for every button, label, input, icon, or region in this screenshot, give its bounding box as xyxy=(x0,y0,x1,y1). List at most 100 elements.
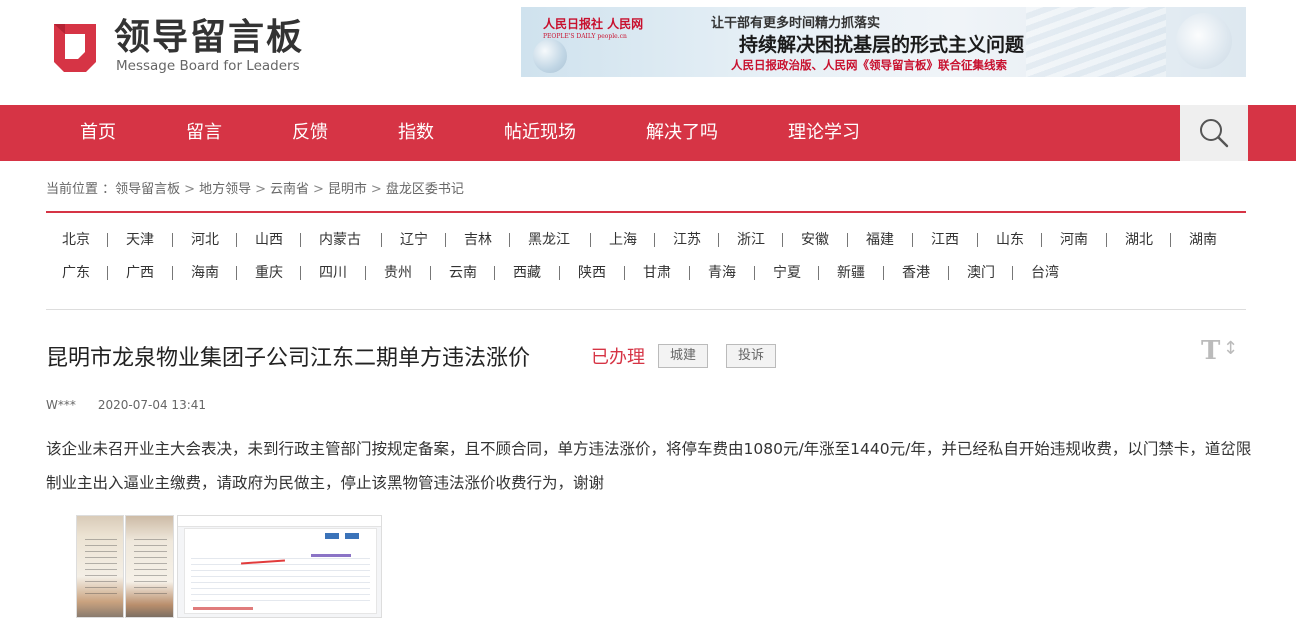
banner-stairs-decoration xyxy=(1026,7,1166,77)
region-separator xyxy=(172,233,173,247)
screenshot-panel xyxy=(184,528,377,614)
region-link[interactable]: 香港 xyxy=(902,262,930,282)
region-separator xyxy=(494,266,495,280)
region-link[interactable]: 江苏 xyxy=(673,229,701,249)
screenshot-red-text xyxy=(193,607,253,610)
region-row: 北京 天津 河北 山西 内蒙古 辽宁 吉林 黑龙江 上海 江苏 浙江 安徽 福建 江西 山东 河南 湖北 湖南 xyxy=(46,229,1246,262)
screenshot-topbar xyxy=(178,516,381,527)
region-separator xyxy=(1106,233,1107,247)
region-link[interactable]: 广东 xyxy=(62,262,90,282)
region-link[interactable]: 天津 xyxy=(126,229,154,249)
region-separator xyxy=(445,233,446,247)
region-row: 广东 广西 海南 重庆 四川 贵州 云南 西藏 陕西 甘肃 青海 宁夏 新疆 香港 澳门 台湾 xyxy=(46,262,1246,295)
region-divider xyxy=(46,309,1246,310)
breadcrumb-item[interactable]: 领导留言板 xyxy=(115,182,180,197)
region-link[interactable]: 新疆 xyxy=(837,262,865,282)
logo-text-en: Message Board for Leaders xyxy=(116,58,300,74)
region-link[interactable]: 黑龙江 xyxy=(528,229,570,249)
region-separator xyxy=(847,233,848,247)
logo-mark-icon xyxy=(54,24,96,72)
region-link[interactable]: 山东 xyxy=(996,229,1024,249)
logo-text-cn: 领导留言板 xyxy=(114,17,305,58)
region-separator xyxy=(818,266,819,280)
region-link[interactable]: 河南 xyxy=(1060,229,1088,249)
region-link[interactable]: 澳门 xyxy=(967,262,995,282)
region-link[interactable]: 陕西 xyxy=(578,262,606,282)
tag-category[interactable]: 城建 xyxy=(658,344,708,368)
breadcrumb-separator: > xyxy=(255,182,266,197)
attachment-image[interactable] xyxy=(125,515,174,618)
breadcrumb-item[interactable]: 昆明市 xyxy=(328,182,367,197)
font-size-toggle[interactable]: T ↕ xyxy=(1201,336,1239,366)
message-body: 该企业未召开业主大会表决，未到行政主管部门按规定备案，且不顾合同，单方违法涨价，… xyxy=(46,440,1252,492)
region-separator xyxy=(689,266,690,280)
region-link[interactable]: 甘肃 xyxy=(643,262,671,282)
breadcrumb-divider xyxy=(46,211,1246,213)
region-link[interactable]: 吉林 xyxy=(464,229,492,249)
document-photo-content xyxy=(134,534,167,595)
region-link[interactable]: 青海 xyxy=(708,262,736,282)
region-link[interactable]: 西藏 xyxy=(513,262,541,282)
banner-headline: 持续解决困扰基层的形式主义问题 xyxy=(739,34,1025,56)
breadcrumb-item[interactable]: 地方领导 xyxy=(199,182,251,197)
region-link[interactable]: 重庆 xyxy=(255,262,283,282)
banner-subline: 人民日报政治版、人民网《领导留言板》联合征集线索 xyxy=(731,58,1007,72)
region-link[interactable]: 海南 xyxy=(191,262,219,282)
region-link[interactable]: 安徽 xyxy=(801,229,829,249)
breadcrumb-label: 当前位置 ： xyxy=(46,182,116,197)
breadcrumb: 当前位置 ：领导留言板 > 地方领导 > 云南省 > 昆明市 > 盘龙区委书记 xyxy=(46,178,464,197)
region-link[interactable]: 上海 xyxy=(609,229,637,249)
breadcrumb-item[interactable]: 云南省 xyxy=(270,182,309,197)
search-button[interactable] xyxy=(1180,105,1248,161)
nav-item-feedback[interactable]: 反馈 xyxy=(292,105,328,161)
region-separator xyxy=(977,233,978,247)
site-logo[interactable]: 领导留言板 Message Board for Leaders xyxy=(46,16,326,76)
banner-line1: 让干部有更多时间精力抓落实 xyxy=(711,16,881,31)
region-link[interactable]: 宁夏 xyxy=(773,262,801,282)
nav-item-on-site[interactable]: 帖近现场 xyxy=(504,105,576,161)
region-link[interactable]: 福建 xyxy=(866,229,894,249)
region-separator xyxy=(236,266,237,280)
region-separator xyxy=(948,266,949,280)
region-separator xyxy=(381,233,382,247)
banner-bubble-decoration xyxy=(1176,13,1232,69)
nav-item-theory[interactable]: 理论学习 xyxy=(788,105,860,161)
region-link[interactable]: 山西 xyxy=(255,229,283,249)
region-link[interactable]: 河北 xyxy=(191,229,219,249)
region-separator xyxy=(654,233,655,247)
campaign-banner[interactable]: 人民日报社 人民网 PEOPLE'S DAILY people.cn 让干部有更… xyxy=(521,7,1246,77)
region-link[interactable]: 江西 xyxy=(931,229,959,249)
region-separator xyxy=(1012,266,1013,280)
attachment-image[interactable] xyxy=(177,515,382,618)
region-separator xyxy=(300,233,301,247)
region-link[interactable]: 北京 xyxy=(62,229,90,249)
region-link[interactable]: 四川 xyxy=(319,262,347,282)
font-size-arrow-icon: ↕ xyxy=(1223,338,1239,359)
nav-item-messages[interactable]: 留言 xyxy=(186,105,222,161)
region-link[interactable]: 内蒙古 xyxy=(319,229,361,249)
region-separator xyxy=(782,233,783,247)
region-link[interactable]: 湖北 xyxy=(1125,229,1153,249)
breadcrumb-separator: > xyxy=(184,182,196,197)
region-link[interactable]: 贵州 xyxy=(384,262,412,282)
message-meta: W*** 2020-07-04 13:41 xyxy=(46,398,206,412)
nav-item-resolved[interactable]: 解决了吗 xyxy=(646,105,718,161)
region-link[interactable]: 辽宁 xyxy=(400,229,428,249)
attachment-image[interactable] xyxy=(76,515,124,618)
region-link[interactable]: 云南 xyxy=(449,262,477,282)
screenshot-highlight xyxy=(311,554,351,557)
tag-type[interactable]: 投诉 xyxy=(726,344,776,368)
region-link[interactable]: 广西 xyxy=(126,262,154,282)
breadcrumb-item-current[interactable]: 盘龙区委书记 xyxy=(386,182,464,197)
region-link[interactable]: 湖南 xyxy=(1189,229,1217,249)
status-badge: 已办理 xyxy=(591,347,645,368)
region-link[interactable]: 台湾 xyxy=(1031,262,1059,282)
region-link[interactable]: 浙江 xyxy=(737,229,765,249)
nav-item-index[interactable]: 指数 xyxy=(398,105,434,161)
region-separator xyxy=(590,233,591,247)
region-separator xyxy=(172,266,173,280)
region-separator xyxy=(1041,233,1042,247)
site-header: 领导留言板 Message Board for Leaders 人民日报社 人民… xyxy=(0,0,1296,105)
region-separator xyxy=(509,233,510,247)
nav-item-home[interactable]: 首页 xyxy=(80,105,116,161)
